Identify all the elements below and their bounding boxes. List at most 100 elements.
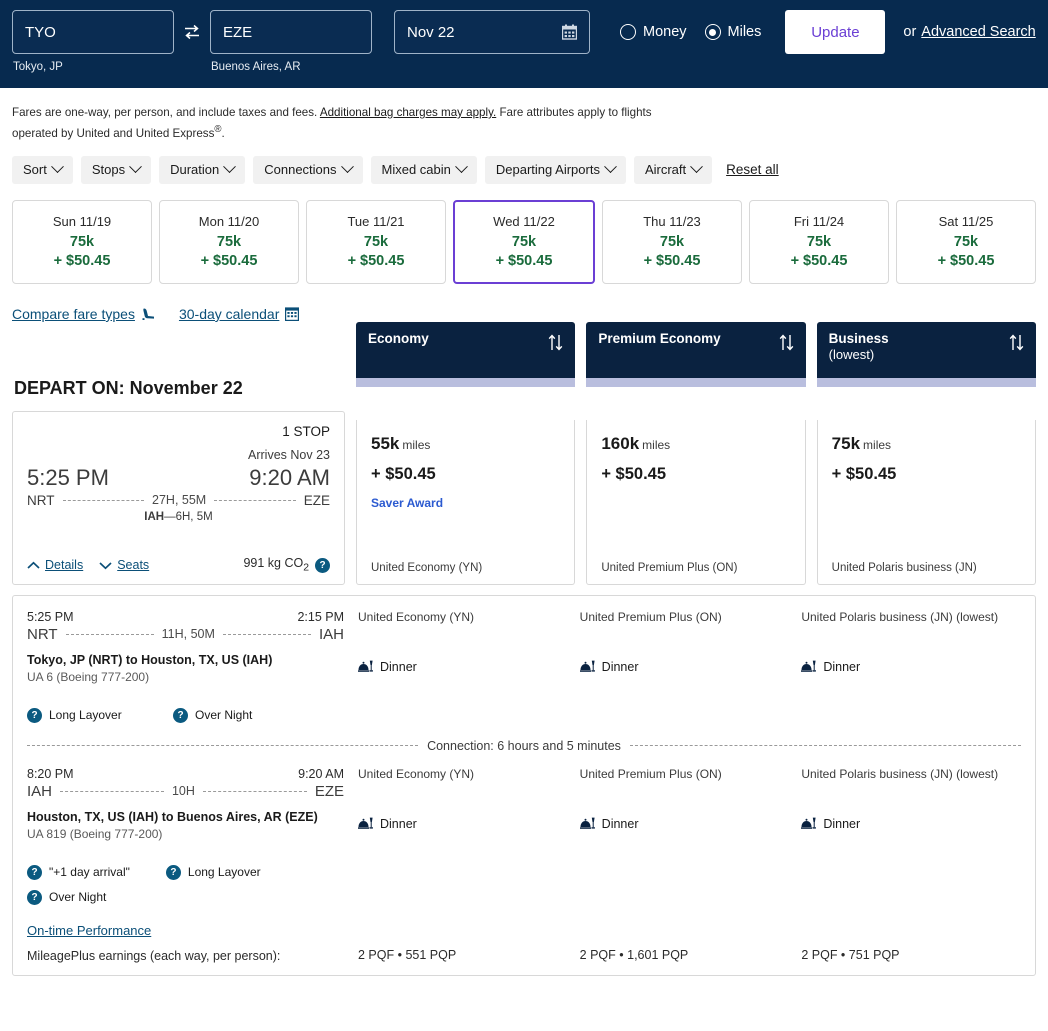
- tool-links: Compare fare types 30-day calendar: [0, 284, 1048, 322]
- seats-toggle[interactable]: Seats: [99, 558, 149, 572]
- segment-2-route: IAH 10H EZE: [27, 783, 344, 800]
- filter-connections-label: Connections: [264, 162, 337, 178]
- date-input[interactable]: Nov 22: [394, 10, 590, 54]
- date-card-1[interactable]: Mon 11/20 75k + $50.45: [159, 199, 299, 284]
- calendar-icon[interactable]: [562, 24, 577, 40]
- results-section: Economy Premium Economy Business (lowest…: [0, 321, 1048, 585]
- segment-dash-right: [202, 790, 307, 792]
- segment-2-info: 8:20 PM 9:20 AM IAH 10H EZE Houston, TX,…: [13, 767, 358, 905]
- filter-sort-label: Sort: [23, 162, 47, 178]
- fare-name: United Premium Plus (ON): [601, 561, 738, 574]
- origin-input[interactable]: TYO: [12, 10, 174, 54]
- segment-row-1: 5:25 PM 2:15 PM NRT 11H, 50M IAH Tokyo, …: [13, 610, 1035, 723]
- chevron-down-icon: [455, 160, 468, 174]
- filter-duration[interactable]: Duration: [159, 155, 246, 184]
- date-card-miles: 75k: [216, 234, 242, 251]
- meal-dome-icon: [801, 817, 817, 830]
- fare-cell-business[interactable]: 75k miles + $50.45 United Polaris busines…: [816, 419, 1036, 585]
- radio-miles[interactable]: Miles: [704, 24, 761, 40]
- swap-airports-button[interactable]: [174, 10, 210, 54]
- filter-aircraft-label: Aircraft: [644, 162, 687, 178]
- fare-miles: 55k miles: [371, 434, 560, 454]
- help-icon[interactable]: ?: [27, 889, 42, 905]
- sort-updown-icon[interactable]: [1009, 333, 1024, 357]
- filter-stops[interactable]: Stops: [80, 155, 152, 184]
- on-time-performance-link[interactable]: On-time Performance: [27, 923, 151, 938]
- fare-name: United Polaris business (JN): [831, 561, 977, 574]
- origin-code: TYO: [25, 23, 56, 41]
- help-icon[interactable]: ?: [27, 864, 42, 880]
- chevron-down-icon: [340, 160, 354, 174]
- depart-time: 5:25 PM: [27, 464, 109, 490]
- filter-connections[interactable]: Connections: [253, 155, 363, 184]
- co2-help-icon[interactable]: ?: [315, 557, 330, 573]
- filter-bar: Sort Stops Duration Connections Mixed ca…: [0, 142, 1048, 184]
- date-card-miles: 75k: [806, 234, 832, 251]
- filter-sort[interactable]: Sort: [12, 155, 73, 184]
- date-card-4[interactable]: Thu 11/23 75k + $50.45: [602, 199, 742, 284]
- update-button[interactable]: Update: [785, 10, 886, 54]
- connection-label: Connection: 6 hours and 5 minutes: [427, 738, 621, 753]
- fare-cell-premium-economy[interactable]: 160k miles + $50.45 United Premium Plus (…: [586, 419, 806, 585]
- filter-aircraft[interactable]: Aircraft: [633, 155, 713, 184]
- sort-updown-icon[interactable]: [779, 333, 794, 357]
- bag-charges-link[interactable]: Additional bag charges may apply.: [320, 106, 496, 119]
- sort-updown-icon[interactable]: [548, 333, 563, 357]
- segment-destination: EZE: [314, 782, 345, 800]
- help-icon[interactable]: ?: [165, 864, 181, 880]
- segment-depart-time: 8:20 PM: [27, 766, 74, 781]
- badge-over-night: ? Over Night: [27, 889, 173, 905]
- cabin-fare-name: United Premium Plus (ON): [579, 609, 722, 624]
- total-duration: 27H, 55M: [152, 493, 207, 508]
- cabin-fare-name: United Polaris business (JN) (lowest): [801, 609, 999, 624]
- cabin-header-premium-economy[interactable]: Premium Economy: [586, 321, 806, 378]
- cabin-header-business-text: Business (lowest): [829, 331, 889, 363]
- help-icon[interactable]: ?: [27, 707, 42, 723]
- destination-code: EZE: [303, 492, 331, 508]
- segment-2-cabins: United Economy (YN) Dinner United Premiu…: [358, 767, 1035, 905]
- date-card-cash: + $50.45: [790, 253, 848, 270]
- date-card-3-selected[interactable]: Wed 11/22 75k + $50.45: [453, 199, 595, 284]
- details-toggle[interactable]: Details: [27, 558, 83, 572]
- co2-text: 991 kg CO: [243, 556, 304, 571]
- segment-dash-left: [60, 790, 164, 792]
- date-card-2[interactable]: Tue 11/21 75k + $50.45: [306, 199, 446, 284]
- date-card-day: Tue 11/21: [347, 214, 405, 230]
- details-panel-footer: On-time Performance MileagePlus earnings…: [13, 917, 1035, 963]
- help-icon[interactable]: ?: [173, 707, 188, 723]
- destination-input[interactable]: EZE: [210, 10, 372, 54]
- fare-miles: 160k miles: [601, 434, 790, 454]
- compare-fare-types-link[interactable]: Compare fare types: [12, 306, 157, 322]
- fare-miles-value: 160k: [601, 433, 640, 453]
- cabin-subtitle: (lowest): [828, 346, 875, 362]
- badge-over-night: ? Over Night: [173, 707, 319, 723]
- filter-departing-airports-label: Departing Airports: [495, 162, 600, 178]
- filter-departing-airports[interactable]: Departing Airports: [484, 155, 626, 184]
- thirty-day-calendar-link[interactable]: 30-day calendar: [179, 306, 300, 322]
- date-card-0[interactable]: Sun 11/19 75k + $50.45: [12, 199, 152, 284]
- filter-mixed-cabin[interactable]: Mixed cabin: [370, 155, 477, 184]
- meal-dome-icon: [579, 660, 595, 673]
- flight-details-panel: 5:25 PM 2:15 PM NRT 11H, 50M IAH Tokyo, …: [12, 594, 1036, 976]
- origin-code: NRT: [27, 492, 55, 508]
- date-card-cash: + $50.45: [200, 253, 258, 270]
- advanced-search-link[interactable]: Advanced Search: [921, 10, 1035, 54]
- flight-summary-column: DEPART ON: November 22 1 STOP Arrives No…: [12, 378, 345, 585]
- cabin-header-business[interactable]: Business (lowest): [816, 321, 1036, 378]
- segment-1-cabin-economy: United Economy (YN) Dinner: [358, 610, 580, 723]
- meal-info: Dinner: [579, 817, 802, 831]
- search-header: TYO Tokyo, JP EZE Buenos Aires, AR Nov 2…: [0, 0, 1048, 88]
- chevron-down-icon: [604, 160, 617, 174]
- date-selector-strip: Sun 11/19 75k + $50.45 Mon 11/20 75k + $…: [0, 184, 1048, 284]
- fare-cell-economy[interactable]: 55k miles + $50.45 Saver Award United Eco…: [356, 419, 576, 585]
- destination-field-group: EZE Buenos Aires, AR: [210, 10, 372, 73]
- badge-label: Long Layover: [49, 708, 122, 723]
- calendar-grid-icon: [285, 307, 300, 322]
- origin-city-label: Tokyo, JP: [13, 61, 63, 73]
- segment-dash-right: [222, 633, 311, 635]
- date-card-6[interactable]: Sat 11/25 75k + $50.45: [896, 199, 1036, 284]
- radio-money[interactable]: Money: [620, 24, 687, 40]
- cabin-header-economy[interactable]: Economy: [356, 321, 576, 378]
- reset-all-link[interactable]: Reset all: [726, 162, 779, 177]
- date-card-5[interactable]: Fri 11/24 75k + $50.45: [749, 199, 889, 284]
